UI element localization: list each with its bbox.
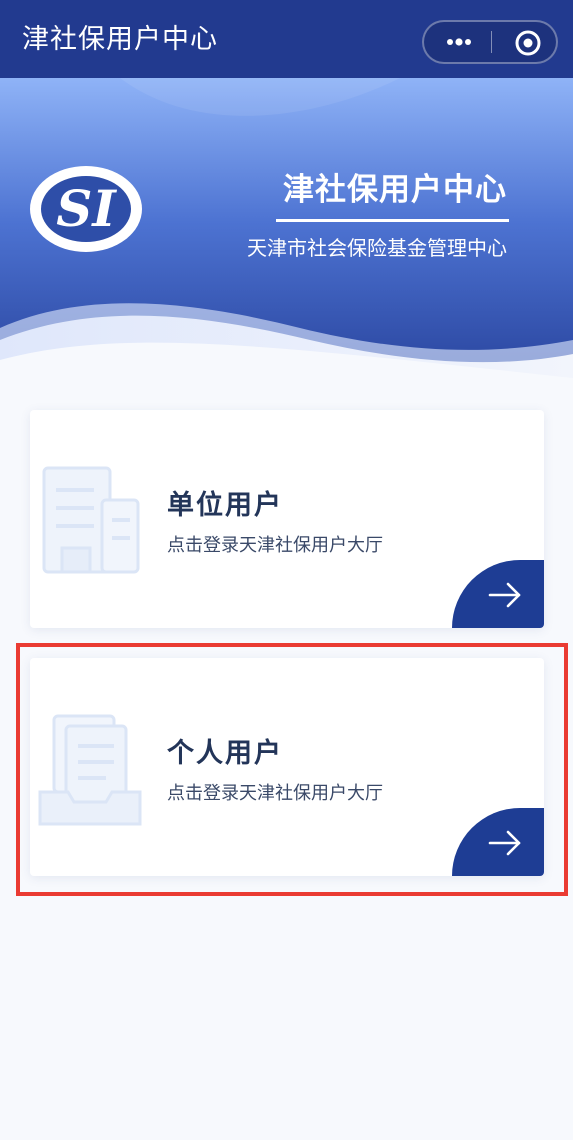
- top-bar: 津社保用户中心: [0, 0, 573, 78]
- svg-text:SI: SI: [56, 179, 117, 238]
- enter-button[interactable]: [452, 560, 544, 628]
- corporate-user-card[interactable]: 单位用户 点击登录天津社保用户大厅: [30, 410, 544, 628]
- more-dots-icon[interactable]: [444, 31, 474, 53]
- mini-program-capsule: [422, 20, 558, 64]
- hero-banner: SI 津社保用户中心 天津市社会保险基金管理中心: [0, 78, 573, 398]
- banner-title: 津社保用户中心: [283, 172, 507, 208]
- banner-subtitle: 天津市社会保险基金管理中心: [247, 236, 507, 260]
- building-icon: [42, 466, 140, 574]
- highlight-box: [16, 643, 568, 896]
- close-circle-icon[interactable]: [514, 29, 542, 57]
- capsule-divider: [491, 31, 492, 53]
- card-description: 点击登录天津社保用户大厅: [167, 535, 383, 556]
- arrow-right-icon: [488, 582, 521, 608]
- si-logo: SI: [30, 166, 142, 252]
- banner-divider: [276, 219, 509, 222]
- page-title: 津社保用户中心: [22, 24, 218, 55]
- card-title: 单位用户: [167, 490, 283, 521]
